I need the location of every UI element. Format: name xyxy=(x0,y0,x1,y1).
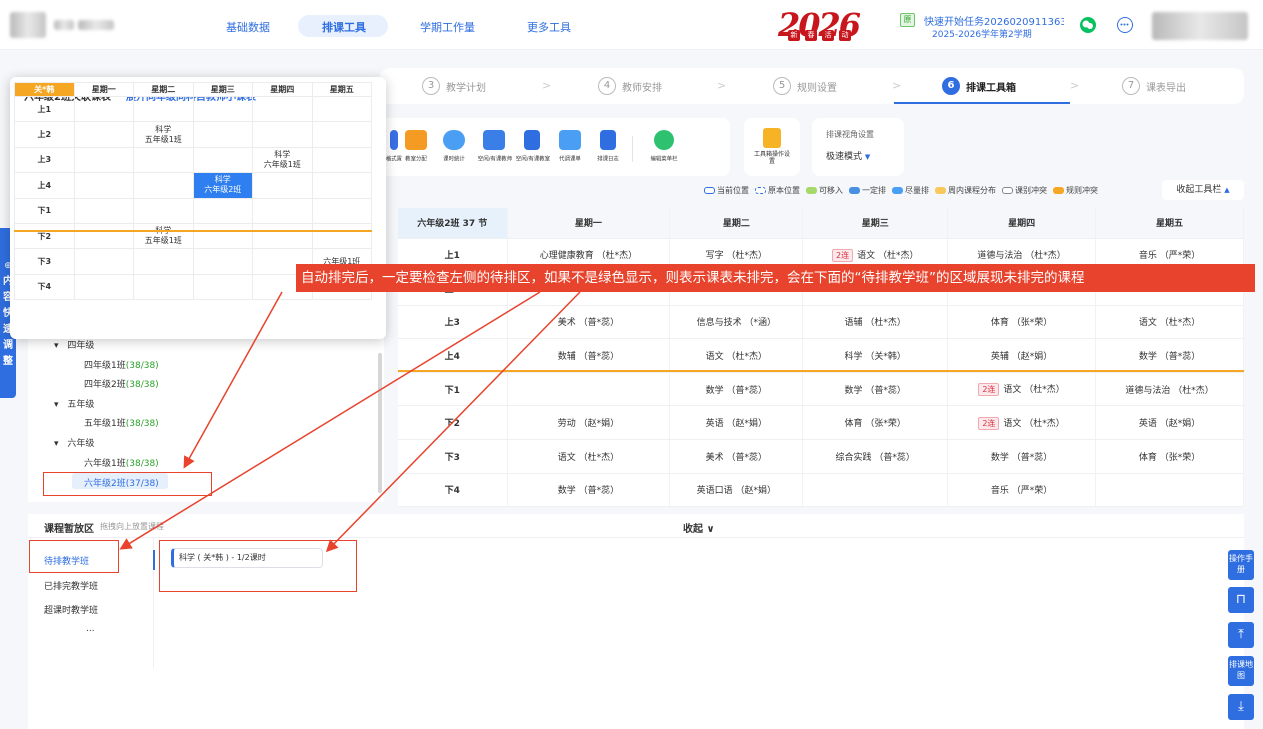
back-to-top-icon[interactable]: ⤒ xyxy=(1228,622,1254,648)
download-icon[interactable]: ⤓ xyxy=(1228,694,1254,720)
schedule-map-button[interactable]: 排课地图 xyxy=(1228,656,1254,686)
manual-button[interactable]: 操作手册 xyxy=(1228,550,1254,580)
annotation-arrows xyxy=(119,291,581,553)
paint-roller-icon[interactable]: ⊓ xyxy=(1228,587,1254,613)
